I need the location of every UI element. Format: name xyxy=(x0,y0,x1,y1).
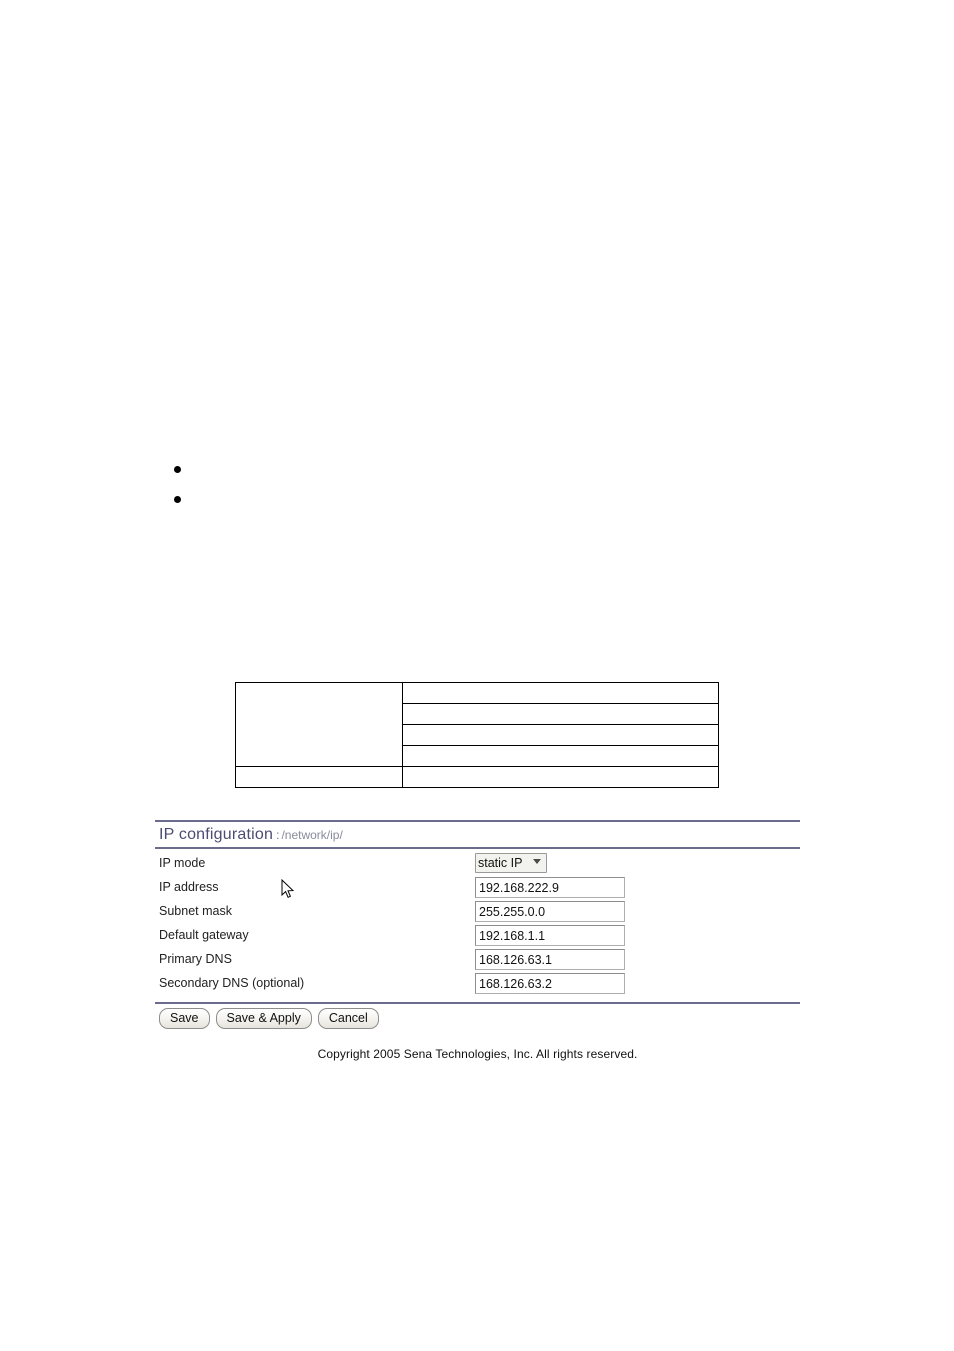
table-row xyxy=(235,766,719,788)
table-row xyxy=(235,682,719,767)
table-cell-value xyxy=(402,682,719,704)
table-cell-value xyxy=(402,703,719,725)
primary-dns-label: Primary DNS xyxy=(159,952,232,966)
ip-mode-label: IP mode xyxy=(159,856,206,870)
subnet-mask-input[interactable] xyxy=(475,901,625,922)
default-gateway-control xyxy=(475,925,625,946)
table-cell-value xyxy=(402,766,719,788)
ip-address-label: IP address xyxy=(159,880,219,894)
page-title: IP configuration xyxy=(159,826,274,843)
ip-mode-control: static IP xyxy=(475,853,547,873)
table-cell-value xyxy=(402,724,719,746)
subnet-mask-control xyxy=(475,901,625,922)
ip-configuration-form: IP mode static IP IP address Subnet mask xyxy=(155,849,800,997)
bullet-list xyxy=(150,455,550,515)
secondary-dns-input[interactable] xyxy=(475,973,625,994)
ip-address-control xyxy=(475,877,625,898)
form-actions: Save Save & Apply Cancel xyxy=(155,1004,800,1029)
ip-configuration-panel: IP configuration:/network/ip/ IP mode st… xyxy=(155,820,800,1061)
spec-table xyxy=(235,682,719,788)
form-row-ip-address: IP address xyxy=(155,877,800,901)
secondary-dns-control xyxy=(475,973,625,994)
default-gateway-label: Default gateway xyxy=(159,928,249,942)
form-row-primary-dns: Primary DNS xyxy=(155,949,800,973)
table-cell-label xyxy=(235,766,403,788)
default-gateway-input[interactable] xyxy=(475,925,625,946)
subnet-mask-label: Subnet mask xyxy=(159,904,232,918)
breadcrumb: /network/ip/ xyxy=(281,828,343,842)
table-cell-label xyxy=(235,682,403,767)
primary-dns-control xyxy=(475,949,625,970)
list-item xyxy=(150,485,550,515)
save-and-apply-button[interactable]: Save & Apply xyxy=(215,1008,312,1029)
ip-mode-select[interactable]: static IP xyxy=(475,853,547,873)
table-cell-value xyxy=(402,745,719,767)
list-item xyxy=(150,455,550,485)
form-row-ip-mode: IP mode static IP xyxy=(155,853,800,877)
secondary-dns-label: Secondary DNS (optional) xyxy=(159,976,305,990)
panel-header: IP configuration:/network/ip/ xyxy=(155,822,800,847)
form-row-default-gateway: Default gateway xyxy=(155,925,800,949)
ip-address-input[interactable] xyxy=(475,877,625,898)
cancel-button[interactable]: Cancel xyxy=(317,1008,379,1029)
form-row-subnet-mask: Subnet mask xyxy=(155,901,800,925)
form-row-secondary-dns: Secondary DNS (optional) xyxy=(155,973,800,997)
copyright-text: Copyright 2005 Sena Technologies, Inc. A… xyxy=(317,1047,638,1061)
save-button[interactable]: Save xyxy=(159,1008,210,1029)
primary-dns-input[interactable] xyxy=(475,949,625,970)
